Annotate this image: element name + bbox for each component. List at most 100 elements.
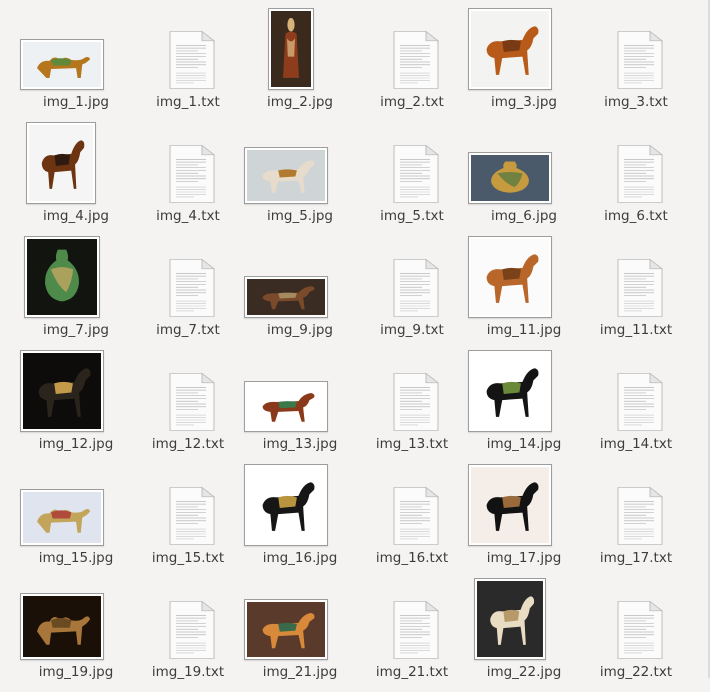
file-item-img-17-txt[interactable]: img_17.txt <box>580 464 692 578</box>
file-icon-area[interactable] <box>132 122 244 208</box>
file-icon-area[interactable] <box>132 578 244 664</box>
file-item-img-19-txt[interactable]: img_19.txt <box>132 578 244 692</box>
file-item-img-3-txt[interactable]: img_3.txt <box>580 8 692 122</box>
file-item-img-6-jpg[interactable]: img_6.jpg <box>468 122 580 236</box>
file-name-label: img_15.txt <box>151 550 225 566</box>
file-item-img-6-txt[interactable]: img_6.txt <box>580 122 692 236</box>
file-item-img-12-txt[interactable]: img_12.txt <box>132 350 244 464</box>
text-document-icon <box>168 486 216 546</box>
file-item-img-1-jpg[interactable]: img_1.jpg <box>20 8 132 122</box>
file-icon-area[interactable] <box>580 464 692 550</box>
file-item-img-1-txt[interactable]: img_1.txt <box>132 8 244 122</box>
file-item-img-2-jpg[interactable]: img_2.jpg <box>244 8 356 122</box>
text-document-icon <box>616 30 664 90</box>
file-item-img-14-jpg[interactable]: img_14.jpg <box>468 350 580 464</box>
file-icon-area[interactable] <box>132 464 244 550</box>
file-icon-area[interactable] <box>468 578 580 664</box>
file-icon-area[interactable] <box>244 350 356 436</box>
file-icon-area[interactable] <box>580 236 692 322</box>
file-icon-area[interactable] <box>244 236 356 322</box>
file-icon-area[interactable] <box>580 350 692 436</box>
file-icon-area[interactable] <box>580 578 692 664</box>
file-item-img-4-txt[interactable]: img_4.txt <box>132 122 244 236</box>
camel-thumbnail-icon <box>20 39 104 90</box>
file-item-img-22-txt[interactable]: img_22.txt <box>580 578 692 692</box>
file-item-img-21-txt[interactable]: img_21.txt <box>356 578 468 692</box>
file-icon-area[interactable] <box>356 350 468 436</box>
file-item-img-17-jpg[interactable]: img_17.jpg <box>468 464 580 578</box>
file-name-label: img_5.txt <box>380 208 444 224</box>
file-item-img-2-txt[interactable]: img_2.txt <box>356 8 468 122</box>
file-icon-area[interactable] <box>468 350 580 436</box>
file-item-img-4-jpg[interactable]: img_4.jpg <box>20 122 132 236</box>
file-item-img-3-jpg[interactable]: img_3.jpg <box>468 8 580 122</box>
file-item-img-5-jpg[interactable]: img_5.jpg <box>244 122 356 236</box>
file-name-label: img_3.jpg <box>491 94 557 110</box>
file-item-img-21-jpg[interactable]: img_21.jpg <box>244 578 356 692</box>
text-document-icon <box>392 486 440 546</box>
file-icon-area[interactable] <box>20 236 132 322</box>
file-name-label: img_6.jpg <box>491 208 557 224</box>
file-item-img-15-jpg[interactable]: img_15.jpg <box>20 464 132 578</box>
horse-thumbnail-icon <box>20 350 104 432</box>
vase-thumbnail-icon <box>468 152 552 204</box>
file-icon-area[interactable] <box>244 8 356 94</box>
text-document-icon <box>616 600 664 660</box>
file-item-img-7-jpg[interactable]: img_7.jpg <box>20 236 132 350</box>
text-document-icon <box>616 372 664 432</box>
file-icon-area[interactable] <box>356 578 468 664</box>
file-icon-area[interactable] <box>580 122 692 208</box>
file-name-label: img_7.jpg <box>43 322 109 338</box>
file-item-img-13-jpg[interactable]: img_13.jpg <box>244 350 356 464</box>
file-icon-area[interactable] <box>244 122 356 208</box>
file-icon-area[interactable] <box>132 350 244 436</box>
file-icon-area[interactable] <box>468 122 580 208</box>
file-icon-area[interactable] <box>468 236 580 322</box>
file-item-img-13-txt[interactable]: img_13.txt <box>356 350 468 464</box>
file-name-label: img_9.jpg <box>267 322 333 338</box>
file-item-img-22-jpg[interactable]: img_22.jpg <box>468 578 580 692</box>
file-icon-area[interactable] <box>20 350 132 436</box>
file-item-img-9-jpg[interactable]: img_9.jpg <box>244 236 356 350</box>
file-name-label: img_6.txt <box>604 208 668 224</box>
file-icon-area[interactable] <box>20 578 132 664</box>
file-name-label: img_13.jpg <box>262 436 338 452</box>
file-icon-area[interactable] <box>20 8 132 94</box>
file-icon-area[interactable] <box>356 8 468 94</box>
file-name-label: img_3.txt <box>604 94 668 110</box>
file-item-img-11-txt[interactable]: img_11.txt <box>580 236 692 350</box>
vase-thumbnail-icon <box>24 236 100 318</box>
file-item-img-16-jpg[interactable]: img_16.jpg <box>244 464 356 578</box>
file-item-img-5-txt[interactable]: img_5.txt <box>356 122 468 236</box>
file-icon-area[interactable] <box>468 8 580 94</box>
file-name-label: img_17.jpg <box>486 550 562 566</box>
file-item-img-7-txt[interactable]: img_7.txt <box>132 236 244 350</box>
horse-thumbnail-icon <box>244 599 328 660</box>
file-icon-area[interactable] <box>356 236 468 322</box>
file-name-label: img_12.jpg <box>38 436 114 452</box>
file-icon-area[interactable] <box>132 8 244 94</box>
horse-thumbnail-icon <box>244 381 328 432</box>
file-name-label: img_11.txt <box>599 322 673 338</box>
file-name-label: img_5.jpg <box>267 208 333 224</box>
file-item-img-16-txt[interactable]: img_16.txt <box>356 464 468 578</box>
file-icon-area[interactable] <box>20 122 132 208</box>
file-icon-area[interactable] <box>356 464 468 550</box>
file-icon-area[interactable] <box>580 8 692 94</box>
file-name-label: img_13.txt <box>375 436 449 452</box>
horse-thumbnail-icon <box>26 122 96 204</box>
file-item-img-11-jpg[interactable]: img_11.jpg <box>468 236 580 350</box>
file-icon-area[interactable] <box>132 236 244 322</box>
file-icon-area[interactable] <box>468 464 580 550</box>
file-name-label: img_11.jpg <box>486 322 562 338</box>
file-item-img-9-txt[interactable]: img_9.txt <box>356 236 468 350</box>
file-item-img-15-txt[interactable]: img_15.txt <box>132 464 244 578</box>
file-item-img-12-jpg[interactable]: img_12.jpg <box>20 350 132 464</box>
file-icon-grid: img_1.jpg img_1.txt img_2.jpg img_2.txt … <box>0 0 710 680</box>
file-icon-area[interactable] <box>20 464 132 550</box>
file-icon-area[interactable] <box>244 464 356 550</box>
file-item-img-14-txt[interactable]: img_14.txt <box>580 350 692 464</box>
file-item-img-19-jpg[interactable]: img_19.jpg <box>20 578 132 692</box>
file-icon-area[interactable] <box>244 578 356 664</box>
file-icon-area[interactable] <box>356 122 468 208</box>
